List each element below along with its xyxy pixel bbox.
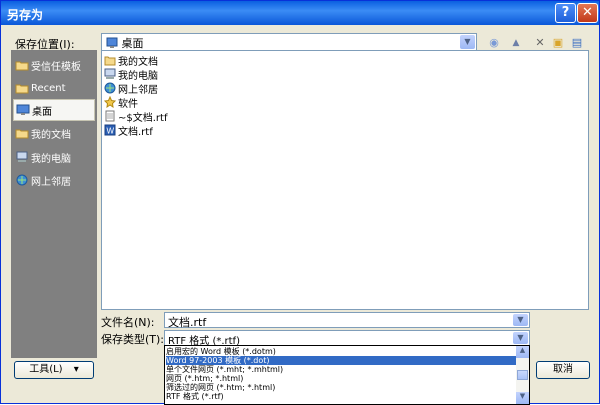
document-icon [105, 110, 115, 122]
filename-input[interactable]: 文档.rtf ▼ [164, 312, 530, 329]
places-item-recent[interactable]: Recent [13, 77, 95, 99]
places-item-network[interactable]: 网上邻居 [13, 169, 95, 191]
save-location-combo[interactable]: 桌面 ▼ [101, 33, 477, 51]
list-item[interactable]: 我的文档 [104, 53, 158, 68]
filetype-label: 保存类型(T): [101, 333, 165, 346]
filetype-option[interactable]: 启用宏的 Word 模板 (*.dotm) [166, 347, 516, 356]
places-bar: 受信任模板 Recent 桌面 我的文档 我的电脑 网上邻居 [11, 50, 97, 358]
folder-icon [15, 84, 29, 94]
cancel-button[interactable]: 取消 [536, 361, 590, 379]
filetype-option[interactable]: 筛选过的网页 (*.htm; *.html) [166, 383, 516, 392]
scroll-down-icon[interactable]: ▼ [516, 392, 529, 404]
chevron-down-icon[interactable]: ▼ [513, 314, 528, 326]
network-icon [16, 174, 28, 186]
document-icon: W [104, 124, 116, 136]
filetype-option[interactable]: 网页 (*.htm; *.html) [166, 374, 516, 383]
up-folder-icon[interactable]: ▲ [509, 35, 523, 51]
shortcut-icon [104, 96, 116, 108]
dropdown-scrollbar[interactable]: ▲ ▼ [516, 346, 529, 404]
places-item-desktop[interactable]: 桌面 [13, 99, 95, 121]
filename-label: 文件名(N): [101, 316, 155, 329]
chevron-down-icon[interactable]: ▼ [460, 35, 475, 49]
title-bar[interactable]: 另存为 ? ✕ [1, 1, 599, 25]
delete-icon[interactable]: ✕ [533, 35, 547, 51]
computer-icon [104, 68, 116, 79]
computer-icon [16, 151, 28, 162]
scrollbar-thumb[interactable] [517, 370, 528, 380]
places-item-my-documents[interactable]: 我的文档 [13, 122, 95, 144]
new-folder-icon[interactable]: ▣ [551, 35, 565, 51]
filetype-option[interactable]: 单个文件网页 (*.mht; *.mhtml) [166, 365, 516, 374]
svg-text:W: W [107, 127, 115, 136]
dialog-title: 另存为 [7, 8, 44, 22]
folder-icon [15, 129, 29, 139]
chevron-down-icon[interactable]: ▼ [513, 332, 528, 344]
places-item-trusted-templates[interactable]: 受信任模板 [13, 54, 95, 76]
list-item[interactable]: ~$文档.rtf [104, 109, 167, 124]
save-as-dialog: 另存为 ? ✕ 保存位置(I): 桌面 ▼ ◉ ▲ ✕ ▣ ▤ 受信任模板 Re… [0, 0, 600, 405]
list-item[interactable]: 网上邻居 [104, 81, 158, 96]
close-button[interactable]: ✕ [577, 3, 598, 23]
list-item[interactable]: W 文档.rtf [104, 123, 153, 138]
places-item-my-computer[interactable]: 我的电脑 [13, 146, 95, 168]
network-icon [104, 82, 116, 94]
scroll-up-icon[interactable]: ▲ [516, 346, 529, 358]
file-list[interactable]: 我的文档 我的电脑 网上邻居 软件 ~$文档.rtf W 文档.rtf [101, 50, 589, 310]
views-icon[interactable]: ▤ [570, 35, 584, 51]
desktop-icon [106, 37, 118, 48]
tools-button[interactable]: 工具(L) ▾ [14, 361, 94, 379]
filetype-dropdown-list[interactable]: 启用宏的 Word 模板 (*.dotm) Word 97-2003 模板 (*… [164, 345, 530, 405]
folder-icon [15, 61, 29, 71]
filetype-option-selected[interactable]: Word 97-2003 模板 (*.dot) [166, 356, 516, 365]
list-item[interactable]: 软件 [104, 95, 138, 110]
desktop-icon [16, 104, 30, 115]
save-location-value: 桌面 [106, 35, 144, 51]
chevron-down-icon: ▾ [73, 364, 79, 375]
help-button[interactable]: ? [555, 3, 576, 23]
filetype-select[interactable]: RTF 格式 (*.rtf) ▼ [164, 330, 530, 347]
filetype-option[interactable]: RTF 格式 (*.rtf) [166, 392, 516, 401]
list-item[interactable]: 我的电脑 [104, 67, 158, 82]
back-icon[interactable]: ◉ [487, 35, 501, 51]
folder-icon [104, 56, 116, 66]
